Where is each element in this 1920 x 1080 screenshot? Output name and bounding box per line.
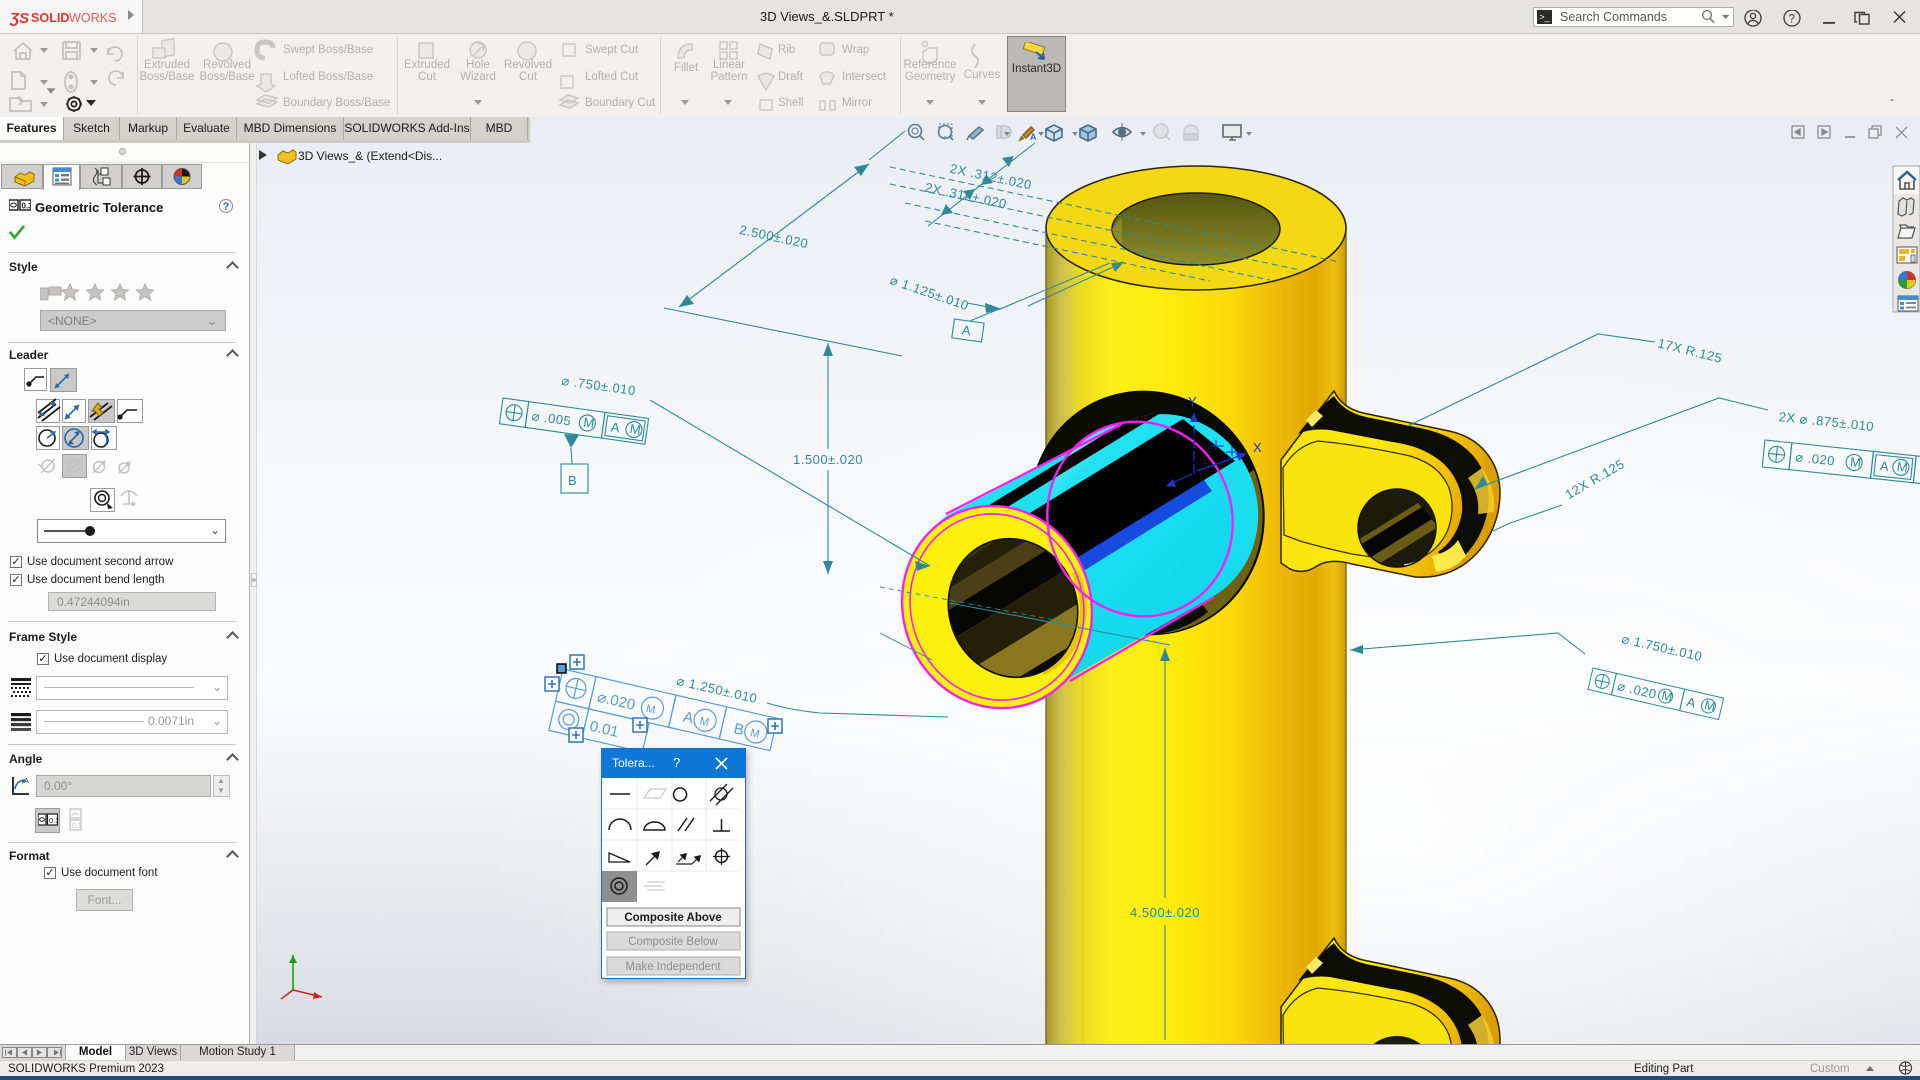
svg-text:B: B (568, 473, 577, 488)
svg-text:M: M (1849, 454, 1862, 470)
svg-text:1.500±.020: 1.500±.020 (793, 452, 863, 467)
svg-text:4.500±.020: 4.500±.020 (1130, 905, 1200, 920)
svg-text:A: A (1030, 132, 1037, 142)
svg-text:Composite Below: Composite Below (628, 936, 718, 948)
svg-text:ƷS: ƷS (10, 10, 29, 27)
svg-text:Y: Y (1188, 394, 1197, 409)
svg-text:Composite Above: Composite Above (624, 912, 721, 924)
svg-text:M: M (629, 421, 642, 437)
svg-text:M: M (1896, 459, 1909, 475)
svg-text:Make Independent: Make Independent (625, 961, 721, 973)
svg-text:0.3: 0.3 (49, 816, 58, 825)
svg-text:X: X (1253, 440, 1262, 455)
svg-text:A: A (24, 778, 29, 785)
svg-text:3D Views_& (Extend<Dis...: 3D Views_& (Extend<Dis... (298, 149, 442, 163)
svg-text:0.3: 0.3 (72, 823, 82, 830)
svg-text:SOLID: SOLID (31, 11, 69, 25)
svg-text:M: M (582, 415, 595, 431)
svg-text:A: A (1879, 458, 1890, 474)
svg-text:?: ? (1789, 12, 1796, 25)
svg-text:WORKS: WORKS (69, 11, 117, 25)
svg-text:0.3: 0.3 (22, 202, 32, 211)
